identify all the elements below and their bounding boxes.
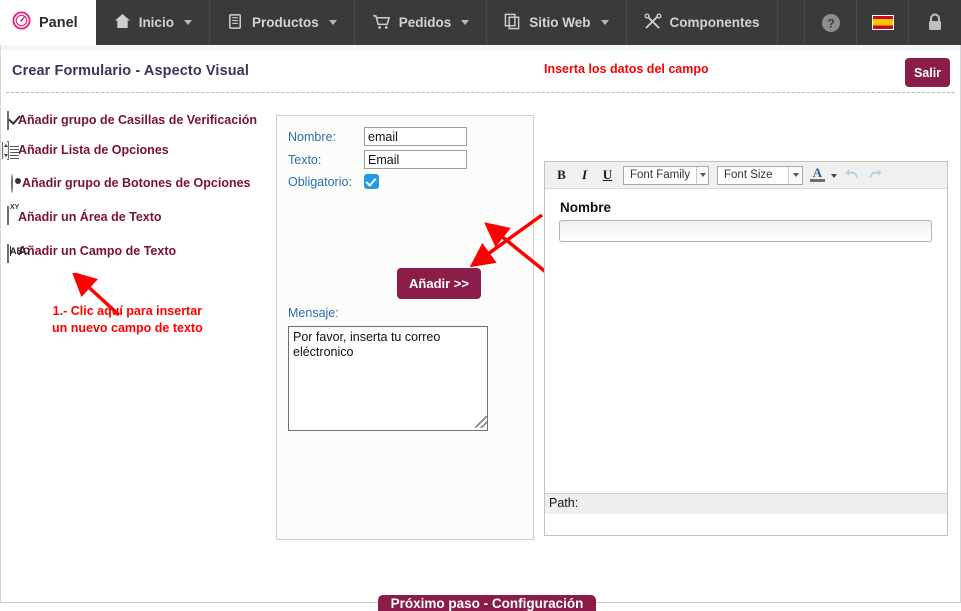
title-divider [6,92,955,93]
chevron-down-icon [461,20,470,25]
field-row-obligatorio: Obligatorio: [288,174,379,189]
products-stack-icon [227,13,244,33]
editor-toolbar: B I U Font Family Font Size A [545,162,947,189]
next-step-button[interactable]: Próximo paso - Configuración >> [378,595,596,611]
textarea-icon: XY [7,204,19,225]
texto-label: Texto: [288,152,322,167]
nav-item-label: Sitio Web [529,15,591,30]
font-size-select[interactable]: Font Size [717,165,803,185]
mensaje-label: Mensaje: [288,306,339,320]
chevron-down-icon [328,20,337,25]
checkbox-icon [7,111,9,130]
page-body: Crear Formulario - Aspecto Visual Salir … [0,45,961,611]
font-color-button[interactable]: A [809,166,826,185]
list-item-add-radio-group[interactable]: Añadir grupo de Botones de Opciones [7,173,269,193]
navbar-spacer [778,0,805,45]
nombre-input[interactable] [364,127,467,146]
preview-field-label: Nombre [560,200,612,215]
list-item-add-textarea[interactable]: XY Añadir un Área de Texto [7,204,269,229]
radio-button-icon [11,174,13,193]
page-title: Crear Formulario - Aspecto Visual [12,63,249,79]
underline-button[interactable]: U [598,166,617,185]
lock-icon[interactable] [909,0,961,45]
nav-item-label: Pedidos [398,15,452,30]
tools-wrench-icon [644,12,662,33]
chevron-down-icon [696,166,708,184]
font-family-select[interactable]: Font Family [623,165,709,185]
nav-item-label: Componentes [669,15,760,30]
font-family-value: Font Family [630,169,691,181]
chevron-down-icon [788,166,802,184]
editor-content-area[interactable]: Nombre Path: [545,189,947,514]
help-icon[interactable]: ? [805,0,857,45]
nav-brand-label: Panel [39,14,78,31]
list-item-add-text-input[interactable]: ABC Añadir un Campo de Texto [7,241,269,263]
chevron-down-icon [183,20,192,25]
redo-arrow-icon[interactable] [866,166,884,185]
list-item-label: Añadir grupo de Botones de Opciones [22,176,251,190]
field-row-nombre: Nombre: [288,127,467,146]
editor-status-path: Path: [545,493,947,514]
texto-input[interactable] [364,150,467,169]
preview-text-input[interactable] [559,220,932,242]
undo-arrow-icon[interactable] [844,166,862,185]
list-item-add-checkbox-group[interactable]: Añadir grupo de Casillas de Verificación [7,110,269,130]
nav-item-productos[interactable]: Productos [210,0,355,45]
add-field-button[interactable]: Añadir >> [397,268,481,299]
font-color-glyph: A [812,164,823,180]
list-item-label: Añadir grupo de Casillas de Verificación [18,113,257,127]
copy-pages-icon [504,13,521,33]
nav-item-componentes[interactable]: Componentes [627,0,778,45]
obligatorio-label: Obligatorio: [288,174,352,189]
mensaje-textarea[interactable] [288,326,488,431]
annotation-insert-field-data: Inserta los datos del campo [544,62,709,76]
nav-item-inicio[interactable]: Inicio [97,0,210,45]
svg-text:?: ? [827,16,834,30]
select-list-icon [2,141,19,160]
text-input-icon: ABC [7,244,30,263]
field-row-texto: Texto: [288,150,467,169]
list-item-label: Añadir un Área de Texto [18,210,162,224]
top-navbar: Panel Inicio Productos Pedidos Sitio Web… [0,0,961,45]
nav-item-label: Inicio [138,15,174,30]
annotation-click-here-insert: 1.- Clic aquí para insertar un nuevo cam… [52,304,203,335]
nav-item-pedidos[interactable]: Pedidos [355,0,488,45]
shopping-cart-icon [372,13,391,33]
flag-glyph [871,15,894,30]
nombre-label: Nombre: [288,129,336,144]
page-top-strip [1,45,960,51]
list-item-add-select-list[interactable]: Añadir Lista de Opciones [2,140,269,160]
list-item-label: Añadir un Campo de Texto [18,244,177,258]
chevron-down-icon [600,20,609,25]
home-icon [114,13,131,32]
exit-button[interactable]: Salir [905,58,950,87]
list-item-label: Añadir Lista de Opciones [18,143,169,157]
color-swatch-bar [810,178,825,182]
field-properties-panel: Nombre: Texto: Obligatorio: Añadir >> Me… [276,115,534,540]
chevron-down-icon[interactable] [831,174,837,178]
italic-button[interactable]: I [575,166,594,185]
obligatorio-checkbox[interactable] [364,174,379,189]
nav-brand-panel[interactable]: Panel [0,0,97,45]
app-root: Panel Inicio Productos Pedidos Sitio Web… [0,0,961,611]
textarea-resize-handle[interactable] [475,416,487,428]
font-size-value: Font Size [724,169,773,181]
wysiwyg-editor: B I U Font Family Font Size A Nombre Pat… [544,161,948,536]
dashboard-gauge-icon [12,10,31,35]
nav-item-sitio-web[interactable]: Sitio Web [487,0,627,45]
nav-item-label: Productos [251,15,319,30]
spain-flag-icon[interactable] [857,0,909,45]
bold-button[interactable]: B [552,166,571,185]
